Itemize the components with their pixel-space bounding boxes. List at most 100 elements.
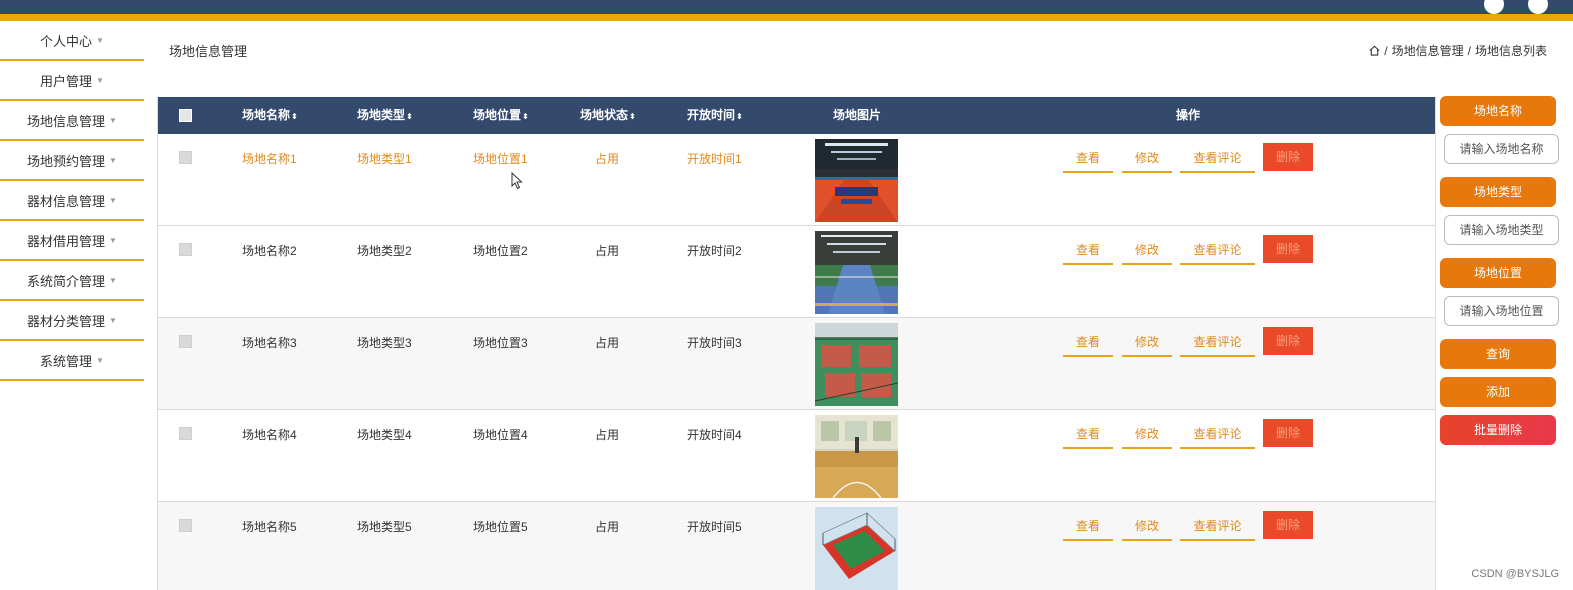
breadcrumb-item: 场地信息列表 bbox=[1474, 44, 1547, 58]
sort-icon[interactable]: ⬍ bbox=[291, 112, 298, 121]
cell-location: 场地位置3 bbox=[473, 336, 528, 350]
venue-table: 场地名称⬍ 场地类型⬍ 场地位置⬍ 场地状态⬍ 开放时间⬍ 场地图片 操作 场地… bbox=[157, 97, 1436, 590]
search-input-name[interactable]: 请输入场地名称 bbox=[1444, 134, 1559, 164]
edit-button[interactable]: 修改 bbox=[1122, 328, 1172, 357]
select-all-checkbox[interactable] bbox=[179, 109, 192, 122]
venue-image-table-tennis-hall bbox=[815, 139, 898, 222]
sidebar-item-system-management[interactable]: 系统管理 ▼ bbox=[0, 341, 144, 381]
table-row: 场地名称3 场地类型3 场地位置3 占用 开放时间3 查看 修改 查看评论 删除 bbox=[158, 318, 1435, 410]
caret-down-icon: ▼ bbox=[96, 355, 104, 365]
cell-open-time: 开放时间4 bbox=[687, 428, 742, 442]
sidebar-item-label: 用户管理 bbox=[40, 73, 93, 89]
cell-location: 场地位置4 bbox=[473, 428, 528, 442]
sidebar-item-label: 器材信息管理 bbox=[27, 193, 106, 209]
edit-button[interactable]: 修改 bbox=[1122, 144, 1172, 173]
view-button[interactable]: 查看 bbox=[1063, 420, 1113, 449]
page-title: 场地信息管理 bbox=[169, 44, 248, 59]
column-header-location[interactable]: 场地位置⬍ bbox=[473, 97, 529, 134]
sort-icon[interactable]: ⬍ bbox=[736, 112, 743, 121]
caret-down-icon: ▼ bbox=[109, 195, 117, 205]
sidebar-item-venue-info[interactable]: 场地信息管理 ▼ bbox=[0, 101, 144, 141]
cell-type: 场地类型4 bbox=[357, 428, 412, 442]
view-button[interactable]: 查看 bbox=[1063, 144, 1113, 173]
sidebar: 个人中心 ▼ 用户管理 ▼ 场地信息管理 ▼ 场地预约管理 ▼ 器材信息管理 ▼ 器材借用… bbox=[0, 21, 144, 381]
sidebar-item-label: 系统管理 bbox=[40, 353, 93, 369]
cell-type: 场地类型3 bbox=[357, 336, 412, 350]
edit-button[interactable]: 修改 bbox=[1122, 512, 1172, 541]
search-label-name: 场地名称 bbox=[1440, 96, 1556, 126]
search-panel: 场地名称 请输入场地名称 场地类型 请输入场地类型 场地位置 请输入场地位置 查… bbox=[1440, 96, 1559, 453]
cell-name: 场地名称1 bbox=[242, 152, 297, 166]
view-comments-button[interactable]: 查看评论 bbox=[1180, 512, 1255, 541]
sort-icon[interactable]: ⬍ bbox=[522, 112, 529, 121]
venue-image-indoor-basketball-court bbox=[815, 415, 898, 498]
sidebar-item-venue-booking[interactable]: 场地预约管理 ▼ bbox=[0, 141, 144, 181]
table-row: 场地名称2 场地类型2 场地位置2 占用 开放时间2 查看 修改 查看评论 删除 bbox=[158, 226, 1435, 318]
caret-down-icon: ▼ bbox=[109, 115, 117, 125]
caret-down-icon: ▼ bbox=[109, 275, 117, 285]
sidebar-item-label: 系统简介管理 bbox=[27, 273, 106, 289]
cell-name: 场地名称2 bbox=[242, 244, 297, 258]
sidebar-item-user-management[interactable]: 用户管理 ▼ bbox=[0, 61, 144, 101]
view-comments-button[interactable]: 查看评论 bbox=[1180, 420, 1255, 449]
venue-image-badminton-hall bbox=[815, 231, 898, 314]
view-button[interactable]: 查看 bbox=[1063, 512, 1113, 541]
search-input-location[interactable]: 请输入场地位置 bbox=[1444, 296, 1559, 326]
cell-open-time: 开放时间1 bbox=[687, 152, 742, 166]
delete-button[interactable]: 删除 bbox=[1263, 235, 1313, 263]
sort-icon[interactable]: ⬍ bbox=[629, 112, 636, 121]
cell-name: 场地名称3 bbox=[242, 336, 297, 350]
cell-status: 占用 bbox=[595, 244, 620, 258]
column-header-type[interactable]: 场地类型⬍ bbox=[357, 97, 413, 134]
row-checkbox[interactable] bbox=[179, 427, 192, 440]
column-header-name[interactable]: 场地名称⬍ bbox=[242, 97, 298, 134]
caret-down-icon: ▼ bbox=[109, 315, 117, 325]
search-label-location: 场地位置 bbox=[1440, 258, 1556, 288]
column-header-open-time[interactable]: 开放时间⬍ bbox=[687, 97, 743, 134]
search-input-type[interactable]: 请输入场地类型 bbox=[1444, 215, 1559, 245]
sidebar-item-equipment-info[interactable]: 器材信息管理 ▼ bbox=[0, 181, 144, 221]
delete-button[interactable]: 删除 bbox=[1263, 143, 1313, 171]
home-icon[interactable] bbox=[1369, 45, 1380, 56]
caret-down-icon: ▼ bbox=[109, 155, 117, 165]
table-header: 场地名称⬍ 场地类型⬍ 场地位置⬍ 场地状态⬍ 开放时间⬍ 场地图片 操作 bbox=[158, 97, 1435, 134]
batch-delete-button[interactable]: 批量删除 bbox=[1440, 415, 1556, 445]
sidebar-item-equipment-borrow[interactable]: 器材借用管理 ▼ bbox=[0, 221, 144, 261]
view-comments-button[interactable]: 查看评论 bbox=[1180, 236, 1255, 265]
cell-status: 占用 bbox=[595, 152, 620, 166]
sidebar-item-system-intro[interactable]: 系统简介管理 ▼ bbox=[0, 261, 144, 301]
column-header-actions: 操作 bbox=[1176, 108, 1201, 122]
sort-icon[interactable]: ⬍ bbox=[406, 112, 413, 121]
cell-location: 场地位置2 bbox=[473, 244, 528, 258]
delete-button[interactable]: 删除 bbox=[1263, 419, 1313, 447]
breadcrumb-item[interactable]: 场地信息管理 bbox=[1392, 42, 1464, 59]
breadcrumb-separator: / bbox=[1467, 43, 1471, 58]
table-row: 场地名称4 场地类型4 场地位置4 占用 开放时间4 查看 修改 查看评论 删除 bbox=[158, 410, 1435, 502]
row-checkbox[interactable] bbox=[179, 335, 192, 348]
cell-type: 场地类型2 bbox=[357, 244, 412, 258]
add-button[interactable]: 添加 bbox=[1440, 377, 1556, 407]
view-comments-button[interactable]: 查看评论 bbox=[1180, 328, 1255, 357]
delete-button[interactable]: 删除 bbox=[1263, 327, 1313, 355]
view-comments-button[interactable]: 查看评论 bbox=[1180, 144, 1255, 173]
query-button[interactable]: 查询 bbox=[1440, 339, 1556, 369]
sidebar-item-label: 个人中心 bbox=[40, 33, 93, 49]
cell-name: 场地名称5 bbox=[242, 520, 297, 534]
user-avatar-icon[interactable] bbox=[1484, 0, 1504, 14]
row-checkbox[interactable] bbox=[179, 519, 192, 532]
delete-button[interactable]: 删除 bbox=[1263, 511, 1313, 539]
cell-status: 占用 bbox=[595, 428, 620, 442]
edit-button[interactable]: 修改 bbox=[1122, 420, 1172, 449]
row-checkbox[interactable] bbox=[179, 151, 192, 164]
breadcrumb-separator: / bbox=[1384, 43, 1388, 58]
cell-location: 场地位置1 bbox=[473, 152, 528, 166]
sidebar-item-equipment-category[interactable]: 器材分类管理 ▼ bbox=[0, 301, 144, 341]
logout-icon[interactable] bbox=[1528, 0, 1548, 14]
view-button[interactable]: 查看 bbox=[1063, 236, 1113, 265]
cell-open-time: 开放时间5 bbox=[687, 520, 742, 534]
row-checkbox[interactable] bbox=[179, 243, 192, 256]
edit-button[interactable]: 修改 bbox=[1122, 236, 1172, 265]
column-header-status[interactable]: 场地状态⬍ bbox=[580, 97, 636, 134]
view-button[interactable]: 查看 bbox=[1063, 328, 1113, 357]
sidebar-item-personal-center[interactable]: 个人中心 ▼ bbox=[0, 21, 144, 61]
